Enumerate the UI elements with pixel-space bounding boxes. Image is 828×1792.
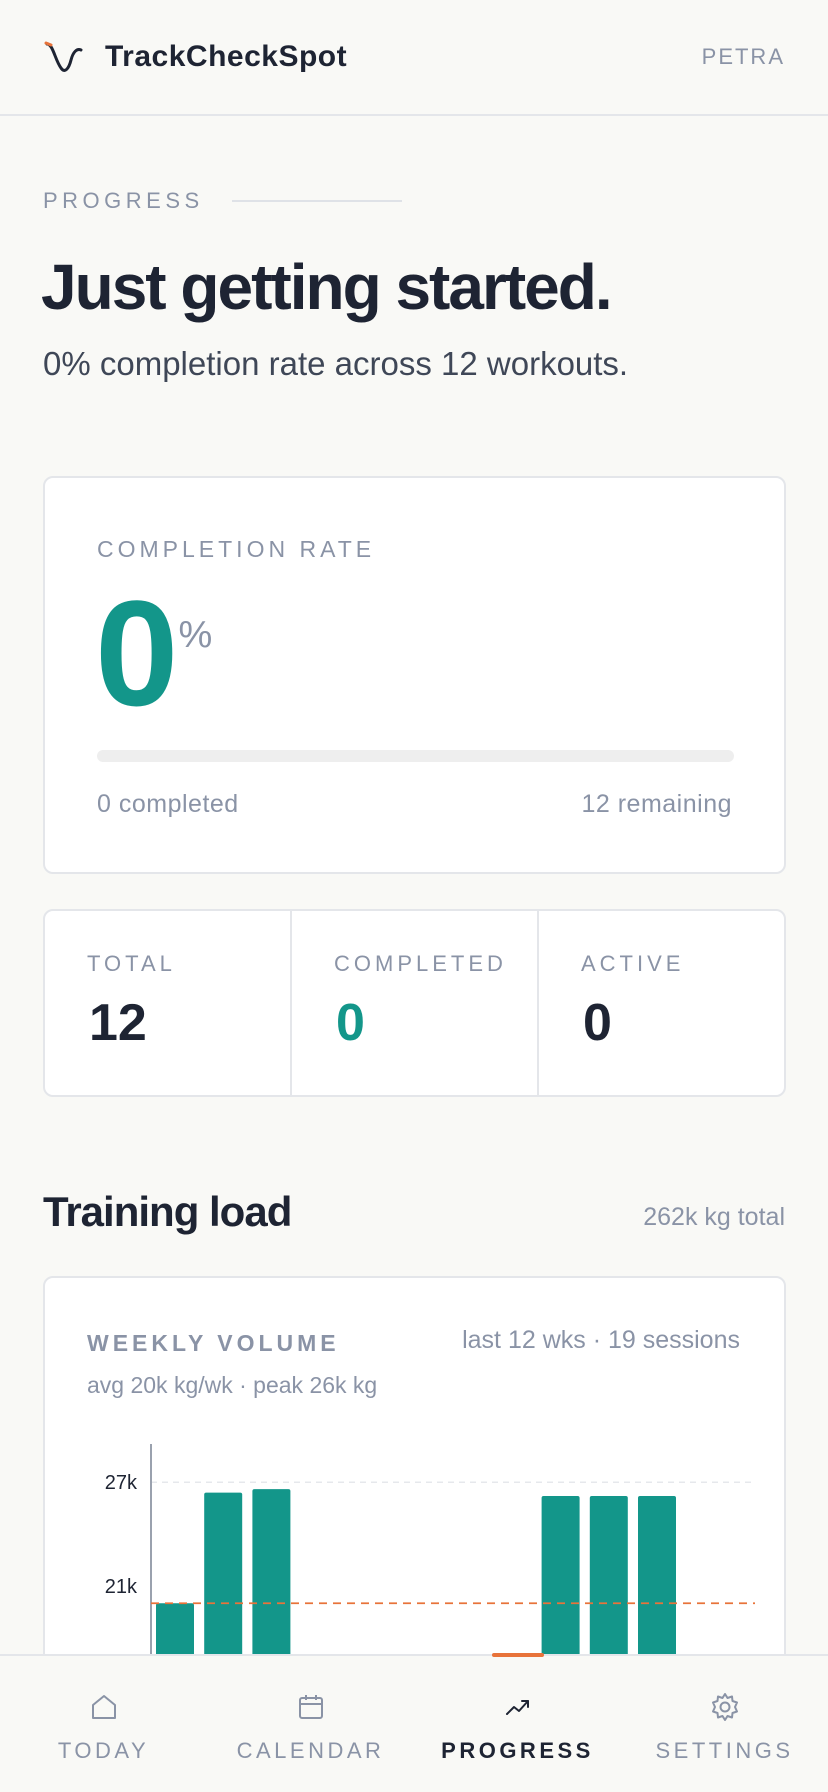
stat-label: TOTAL — [87, 951, 176, 976]
stat-value: 12 — [89, 994, 147, 1052]
gear-icon — [711, 1693, 738, 1721]
trending-up-icon — [505, 1700, 529, 1715]
calendar-icon — [298, 1695, 323, 1719]
page-title: Just getting started. — [41, 251, 613, 323]
completion-rate-value: 0 % — [95, 578, 212, 728]
nav-item-settings[interactable]: SETTINGS — [621, 1656, 828, 1792]
training-load-total: 262k kg total — [643, 1203, 785, 1231]
user-name[interactable]: PETRA — [702, 44, 785, 70]
active-tab-indicator — [491, 1653, 544, 1657]
progress-screen: TrackCheckSpot PETRA PROGRESS Just getti… — [0, 0, 828, 1792]
stat-active: ACTIVE 0 — [539, 911, 784, 1095]
nav-item-calendar[interactable]: CALENDAR — [207, 1656, 414, 1792]
weekly-volume-label: WEEKLY VOLUME — [87, 1330, 340, 1356]
nav-label: SETTINGS — [655, 1738, 794, 1763]
nav-label: PROGRESS — [441, 1738, 594, 1763]
app-title: TrackCheckSpot — [105, 40, 348, 73]
nav-label: TODAY — [57, 1738, 150, 1763]
y-tick-label: 21k — [105, 1576, 138, 1598]
stat-label: COMPLETED — [334, 951, 507, 976]
stat-value: 0 — [583, 994, 612, 1052]
stats-card: TOTAL 12 COMPLETED 0 ACTIVE 0 — [43, 909, 786, 1097]
weekly-volume-range: last 12 wks · 19 sessions — [462, 1326, 740, 1354]
home-icon — [91, 1695, 116, 1719]
completion-rate-number: 0 — [95, 569, 178, 737]
completion-rate-card: COMPLETION RATE 0 % 0 completed 12 remai… — [43, 476, 786, 874]
weekly-volume-summary: avg 20k kg/wk · peak 26k kg — [87, 1372, 378, 1398]
eyebrow-label: PROGRESS — [43, 188, 204, 213]
bottom-nav: TODAY CALENDAR PROGRESS SETTINGS — [0, 1653, 828, 1792]
eyebrow-divider — [231, 200, 402, 202]
stat-label: ACTIVE — [581, 951, 685, 976]
completion-progress-bar — [97, 750, 734, 762]
app-header: TrackCheckSpot PETRA — [0, 0, 828, 116]
completion-rate-percent: % — [178, 614, 213, 656]
y-tick-label: 27k — [105, 1472, 138, 1494]
completion-rate-label: COMPLETION RATE — [97, 536, 376, 562]
training-load-title: Training load — [43, 1188, 292, 1235]
nav-label: CALENDAR — [236, 1738, 385, 1763]
nav-item-today[interactable]: TODAY — [0, 1656, 207, 1792]
stat-value: 0 — [336, 994, 365, 1052]
page-subtitle: 0% completion rate across 12 workouts. — [43, 345, 629, 382]
section-eyebrow: PROGRESS — [43, 188, 402, 214]
nav-item-progress[interactable]: PROGRESS — [414, 1653, 621, 1792]
completed-count: 0 completed — [97, 790, 239, 818]
remaining-count: 12 remaining — [581, 790, 732, 818]
stat-completed: COMPLETED 0 — [292, 911, 539, 1095]
stat-total: TOTAL 12 — [45, 911, 292, 1095]
logo-icon — [44, 41, 83, 72]
